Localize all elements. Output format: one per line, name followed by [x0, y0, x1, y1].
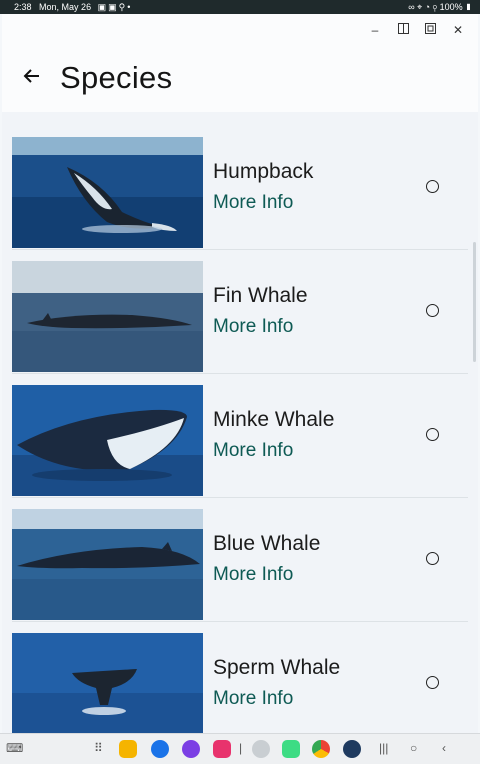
fin-whale-photo — [12, 261, 203, 372]
close-icon[interactable]: ✕ — [448, 20, 468, 40]
select-radio[interactable] — [426, 428, 439, 441]
blue-whale-photo — [12, 509, 203, 620]
species-row-sperm-whale[interactable]: Sperm Whale More Info — [12, 633, 468, 733]
chrome-app-icon[interactable] — [312, 740, 330, 758]
taskbar: ⌨ ⠿ | ||| ○ ‹ — [0, 733, 480, 764]
minke-whale-photo — [12, 385, 203, 496]
status-right: ∞ ⌖ ◔ ⚲ 100% ▮ — [408, 0, 472, 14]
species-list[interactable]: Humpback More Info Fin Whale More Info M… — [2, 112, 478, 733]
keyboard-icon[interactable]: ⌨ — [6, 739, 23, 757]
battery-icon: ▮ — [465, 2, 472, 12]
window-controls-bar: – ✕ — [2, 14, 478, 46]
species-name: Minke Whale — [213, 408, 335, 431]
app-header: Species — [2, 46, 478, 113]
species-row-fin-whale[interactable]: Fin Whale More Info — [12, 261, 468, 374]
browser-app-icon[interactable] — [182, 740, 200, 758]
split-view-icon[interactable] — [393, 20, 413, 40]
more-info-link[interactable]: More Info — [213, 688, 293, 710]
ai-app-icon[interactable] — [252, 740, 270, 758]
messages-app-icon[interactable] — [151, 740, 169, 758]
arrow-left-icon[interactable] — [22, 66, 46, 90]
minimize-icon[interactable]: – — [365, 20, 385, 40]
more-info-link[interactable]: More Info — [213, 564, 293, 586]
select-radio[interactable] — [426, 304, 439, 317]
app-window: 2:38 Mon, May 26 ▣▣⚲• ∞ ⌖ ◔ ⚲ 100% ▮ – ✕… — [0, 0, 480, 764]
status-date: Mon, May 26 — [39, 2, 92, 12]
sperm-whale-photo — [12, 633, 203, 733]
divider-icon: | — [239, 741, 243, 755]
recents-icon[interactable]: ||| — [379, 739, 388, 757]
select-radio[interactable] — [426, 180, 439, 193]
select-radio[interactable] — [426, 676, 439, 689]
species-row-blue-whale[interactable]: Blue Whale More Info — [12, 509, 468, 622]
home-icon[interactable]: ○ — [410, 739, 417, 757]
back-nav-icon[interactable]: ‹ — [442, 739, 446, 757]
species-name: Humpback — [213, 160, 314, 183]
species-name: Fin Whale — [213, 284, 308, 307]
species-name: Blue Whale — [213, 532, 321, 555]
page-title: Species — [60, 60, 173, 95]
popup-view-icon[interactable] — [420, 20, 440, 40]
species-row-minke-whale[interactable]: Minke Whale More Info — [12, 385, 468, 498]
species-row-humpback[interactable]: Humpback More Info — [12, 137, 468, 250]
more-info-link[interactable]: More Info — [213, 440, 293, 462]
status-left: 2:38 Mon, May 26 ▣▣⚲• — [14, 0, 132, 14]
species-name: Sperm Whale — [213, 656, 341, 679]
status-bar: 2:38 Mon, May 26 ▣▣⚲• ∞ ⌖ ◔ ⚲ 100% ▮ — [0, 0, 480, 14]
android-app-icon[interactable] — [282, 740, 300, 758]
folder-app-icon[interactable] — [119, 740, 137, 758]
more-info-link[interactable]: More Info — [213, 316, 293, 338]
select-radio[interactable] — [426, 552, 439, 565]
scrollbar[interactable] — [473, 242, 476, 362]
notification-icons: ▣▣⚲• — [97, 2, 133, 12]
humpback-photo — [12, 137, 203, 248]
battery-level: 100% — [439, 2, 463, 12]
status-time: 2:38 — [14, 2, 32, 12]
apps-grid-icon[interactable]: ⠿ — [94, 739, 103, 757]
camera-app-icon[interactable] — [213, 740, 231, 758]
more-info-link[interactable]: More Info — [213, 192, 293, 214]
settings-app-icon[interactable] — [343, 740, 361, 758]
status-icons: ∞ ⌖ ◔ ⚲ — [408, 2, 440, 12]
